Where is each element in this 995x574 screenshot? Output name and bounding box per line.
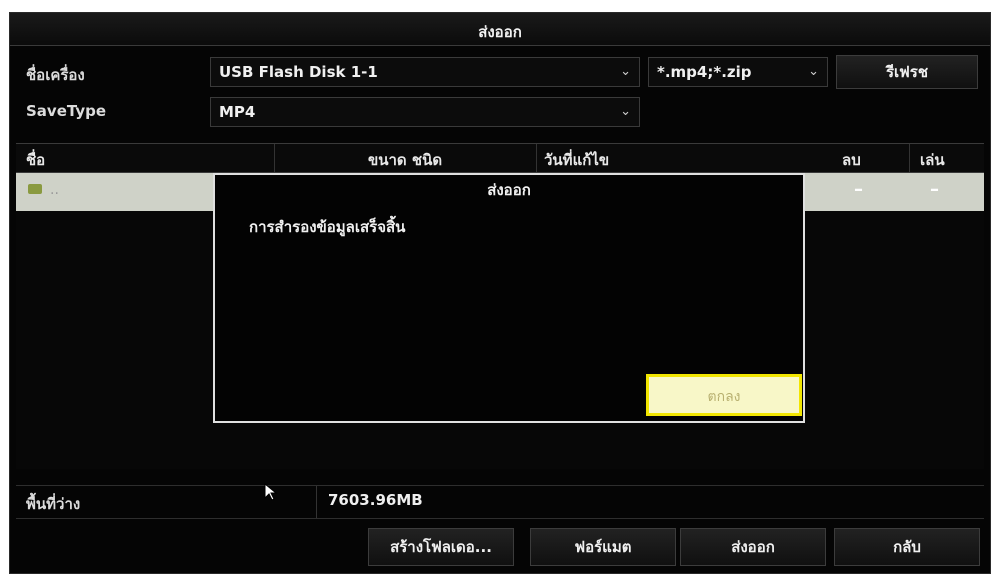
save-type-label: SaveType	[26, 102, 107, 120]
file-filter-select[interactable]: *.mp4;*.zip ⌄	[648, 57, 828, 87]
save-type-select[interactable]: MP4 ⌄	[210, 97, 640, 127]
column-divider	[909, 144, 910, 172]
free-space-label: พื้นที่ว่าง	[26, 495, 81, 513]
export-window: ส่งออก ชื่อเครื่อง USB Flash Disk 1-1 ⌄ …	[9, 12, 991, 574]
device-value: USB Flash Disk 1-1	[219, 63, 378, 81]
window-title: ส่งออก	[478, 23, 522, 41]
back-button[interactable]: กลับ	[834, 528, 980, 566]
refresh-button[interactable]: รีเฟรช	[836, 55, 978, 89]
column-divider	[316, 486, 317, 518]
dialog-message: การสำรองข้อมูลเสร็จสิ้น	[249, 218, 406, 236]
column-name: ชื่อ	[26, 151, 46, 169]
delete-cell[interactable]: –	[854, 179, 863, 200]
file-name: ..	[50, 182, 59, 198]
column-size-type: ขนาด ชนิด	[368, 151, 443, 169]
chevron-down-icon: ⌄	[620, 104, 631, 119]
device-label: ชื่อเครื่อง	[26, 66, 85, 84]
mouse-pointer-icon	[264, 483, 278, 501]
title-bar: ส่งออก	[10, 13, 990, 46]
table-header: ชื่อ ขนาด ชนิด วันที่แก้ไข ลบ เล่น	[16, 143, 984, 173]
column-modified: วันที่แก้ไข	[544, 151, 610, 169]
export-button[interactable]: ส่งออก	[680, 528, 826, 566]
file-filter-value: *.mp4;*.zip	[657, 63, 752, 81]
ok-button[interactable]: ตกลง	[646, 374, 802, 416]
new-folder-button[interactable]: สร้างโฟลเดอ...	[368, 528, 514, 566]
export-complete-dialog: ส่งออก การสำรองข้อมูลเสร็จสิ้น ตกลง	[213, 173, 805, 423]
ok-button-label: ตกลง	[707, 389, 741, 405]
free-space-value: 7603.96MB	[328, 491, 423, 509]
save-type-value: MP4	[219, 103, 256, 121]
column-delete: ลบ	[842, 151, 861, 169]
chevron-down-icon: ⌄	[808, 64, 819, 79]
folder-icon	[28, 184, 42, 194]
chevron-down-icon: ⌄	[620, 64, 631, 79]
column-play: เล่น	[920, 151, 945, 169]
free-space-bar: พื้นที่ว่าง 7603.96MB	[16, 485, 984, 519]
play-cell[interactable]: –	[930, 179, 939, 200]
column-divider	[274, 144, 275, 172]
format-button[interactable]: ฟอร์แมต	[530, 528, 676, 566]
column-divider	[536, 144, 537, 172]
dialog-title: ส่งออก	[487, 181, 531, 199]
device-select[interactable]: USB Flash Disk 1-1 ⌄	[210, 57, 640, 87]
